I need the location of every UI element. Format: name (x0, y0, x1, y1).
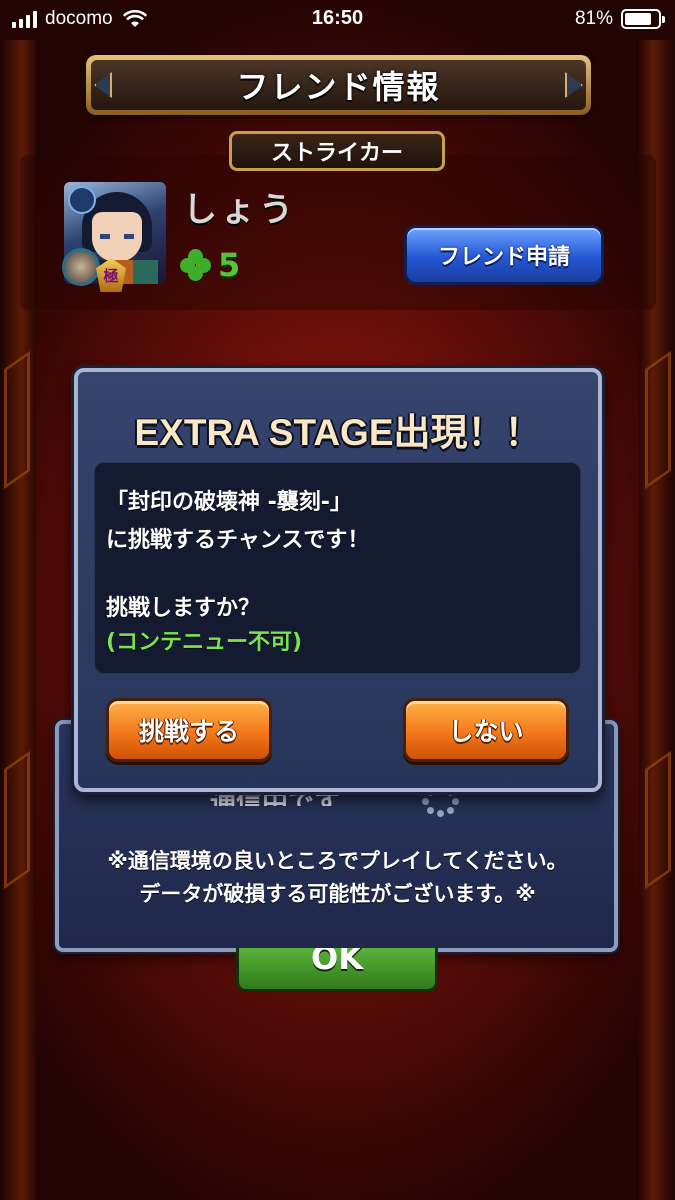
title-banner: フレンド情報 (86, 55, 591, 115)
battery-icon (621, 9, 665, 29)
popup-message-line: 挑戦しますか？ (106, 596, 261, 621)
friend-request-button[interactable]: フレンド申請 (404, 225, 604, 285)
status-bar: docomo 16:50 81% (0, 0, 675, 38)
friend-level-value: 5 (218, 246, 241, 284)
decline-button[interactable]: しない (403, 698, 569, 762)
notice-line: ※通信環境の良いところでプレイしてください。 (107, 849, 568, 873)
moon-element-icon (68, 186, 96, 214)
medal-icon (62, 248, 100, 286)
challenge-button[interactable]: 挑戦する (106, 698, 272, 762)
popup-message-line: 「封印の破壊神 -襲刻-」 (106, 490, 352, 515)
connection-notice: ※通信環境の良いところでプレイしてください。 データが破損する可能性がございます… (70, 845, 605, 911)
popup-message-line: に挑戦するチャンスです！ (106, 528, 370, 553)
notice-line: データが破損する可能性がございます。※ (139, 882, 536, 906)
battery-percent: 81% (574, 8, 613, 29)
role-tag: ストライカー (229, 131, 445, 171)
clock: 16:50 (311, 7, 364, 29)
popup-title: EXTRA STAGE出現！！ (134, 412, 542, 453)
clover-icon (180, 249, 212, 281)
battery-fill (625, 13, 651, 25)
page-title: フレンド情報 (91, 60, 586, 110)
friend-level: 5 (180, 246, 240, 284)
ok-button[interactable]: OK (236, 948, 438, 992)
friend-name: しょう (183, 190, 297, 230)
popup-warning-line: (コンテニュー不可) (106, 630, 303, 655)
